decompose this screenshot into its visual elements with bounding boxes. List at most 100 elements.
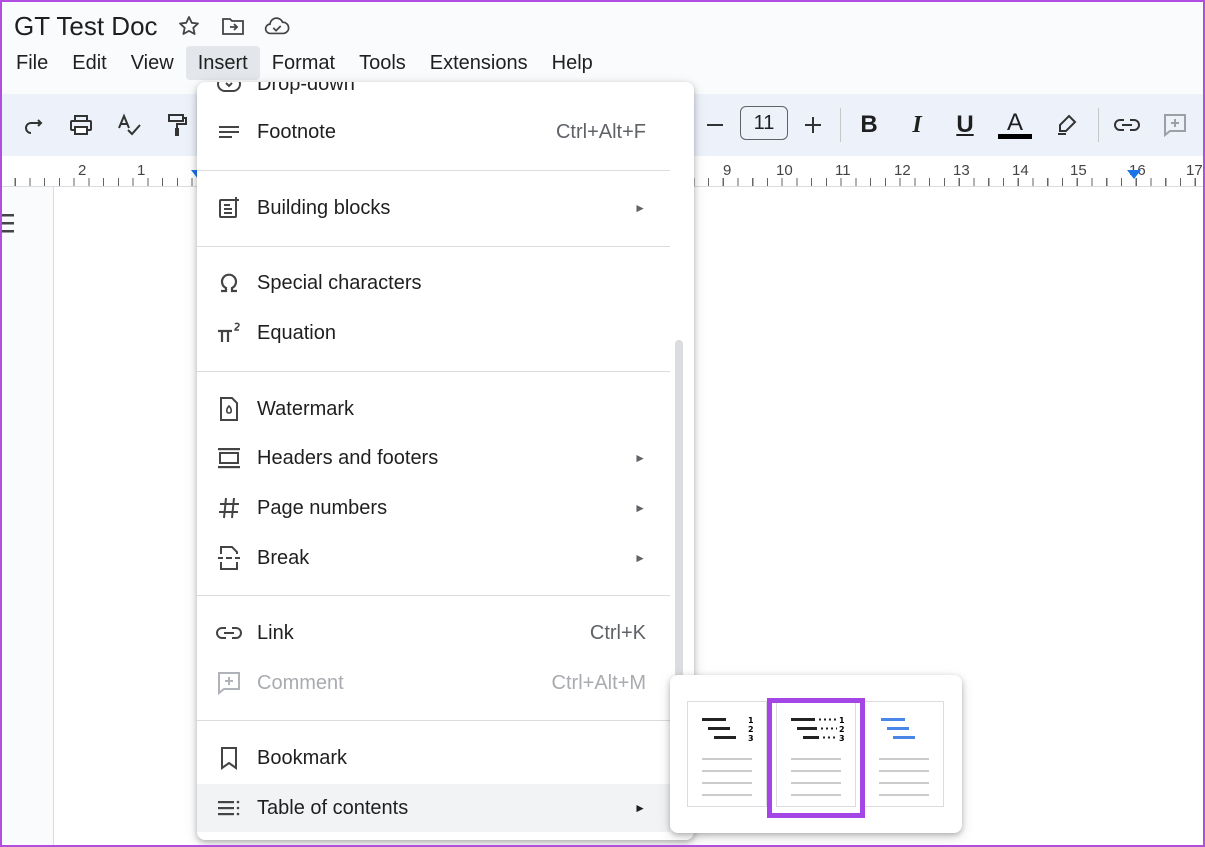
toc-option-blue-links[interactable] [864,701,944,807]
menu-extensions[interactable]: Extensions [418,46,540,80]
menu-scrollbar[interactable] [675,340,683,720]
link-icon [215,619,243,647]
menu-item-footnote[interactable]: Footnote Ctrl+Alt+F [197,108,670,156]
menubar: File Edit View Insert Format Tools Exten… [4,46,605,80]
menu-item-building-blocks[interactable]: Building blocks ► [197,184,670,232]
text-color-icon: A [1006,108,1023,136]
menu-item-page-numbers[interactable]: Page numbers ► [197,484,670,532]
toc-blue-links-preview [879,718,929,796]
omega-icon [215,269,243,297]
ruler-number: 9 [723,162,732,179]
ruler-number: 15 [1070,162,1087,179]
move-folder-icon[interactable] [220,13,246,39]
add-comment-icon[interactable] [1158,108,1192,142]
menu-view[interactable]: View [119,46,186,80]
submenu-arrow-icon: ► [634,451,646,465]
bookmark-icon [215,744,243,772]
menu-divider [197,720,670,721]
menu-divider [197,595,670,596]
selection-highlight-box [767,698,865,818]
menu-item-label: Bookmark [257,746,348,769]
menu-divider [197,371,670,372]
ruler-number: 2 [78,162,87,179]
ruler-number: 11 [835,162,851,179]
menu-item-label: Link [257,621,294,644]
menu-help[interactable]: Help [540,46,605,80]
ruler-number: 13 [953,162,970,179]
menu-item-label: Table of contents [257,796,409,819]
menu-item-bookmark[interactable]: Bookmark [197,734,670,782]
star-icon[interactable] [176,13,202,39]
toc-page-number: 1 [748,716,754,725]
menu-tools[interactable]: Tools [347,46,418,80]
headers-footers-icon [215,444,243,472]
menu-item-comment[interactable]: Comment Ctrl+Alt+M [197,659,670,707]
menu-item-label: Comment [257,671,344,694]
ruler-number: 17 [1186,162,1203,179]
font-size-input[interactable]: 11 [740,106,788,140]
submenu-arrow-icon: ► [634,551,646,565]
spellcheck-icon[interactable] [112,108,146,142]
add-comment-icon [215,669,243,697]
paint-format-icon[interactable] [160,108,194,142]
menu-item-label: Drop-down [257,82,355,95]
menu-item-watermark[interactable]: Watermark [197,385,670,433]
menu-divider [197,170,670,171]
highlight-color-icon[interactable] [1050,108,1084,142]
increase-font-size-icon[interactable] [796,108,830,142]
document-outline-icon[interactable] [0,212,16,236]
menu-item-special-characters[interactable]: Special characters [197,259,670,307]
menu-edit[interactable]: Edit [60,46,118,80]
toc-page-number: 3 [748,734,754,743]
shortcut-text: Ctrl+Alt+M [551,671,646,694]
footnote-icon [215,118,243,146]
submenu-arrow-icon: ► [634,801,646,815]
document-title[interactable]: GT Test Doc [14,11,158,42]
submenu-arrow-icon: ► [634,501,646,515]
menu-format[interactable]: Format [260,46,347,80]
menu-item-label: Special characters [257,271,422,294]
underline-button[interactable]: U [948,108,982,142]
menu-item-equation[interactable]: Equation [197,309,670,357]
menu-item-label: Footnote [257,120,336,143]
submenu-arrow-icon: ► [634,201,646,215]
underline-icon: U [956,111,974,138]
menu-item-drop-down[interactable]: Drop-down [197,82,670,108]
shortcut-text: Ctrl+K [589,621,646,644]
menu-item-headers-and-footers[interactable]: Headers and footers ► [197,434,670,482]
text-color-button[interactable]: A [998,108,1032,142]
building-blocks-icon [215,194,243,222]
cloud-saved-icon[interactable] [264,13,290,39]
bold-button[interactable]: B [852,108,886,142]
menu-item-break[interactable]: Break ► [197,534,670,582]
toc-option-with-page-numbers[interactable]: 1 2 3 [687,701,767,807]
menu-divider [197,246,670,247]
menu-item-link[interactable]: Link Ctrl+K [197,609,670,657]
menu-file[interactable]: File [4,46,60,80]
print-icon[interactable] [64,108,98,142]
dropdown-chip-icon [215,82,243,98]
insert-link-icon[interactable] [1110,108,1144,142]
title-row: GT Test Doc [14,8,290,44]
text-color-swatch [998,133,1032,139]
toc-plain-numbers-preview: 1 2 3 [702,716,754,796]
insert-menu-dropdown: Drop-down Footnote Ctrl+Alt+F Building b… [197,82,694,840]
redo-icon[interactable] [16,108,50,142]
right-indent-marker[interactable] [1127,170,1141,179]
bold-icon: B [860,111,878,138]
italic-button[interactable]: I [900,108,934,142]
ruler-number: 14 [1012,162,1029,179]
toc-icon [215,794,243,822]
menu-insert[interactable]: Insert [185,46,260,80]
menu-item-table-of-contents[interactable]: Table of contents ► [197,784,670,832]
toolbar-divider [1098,108,1099,142]
menu-item-label: Equation [257,321,336,344]
toolbar-divider [840,108,841,142]
ruler-number: 12 [894,162,911,179]
menu-item-label: Break [257,546,310,569]
break-icon [215,544,243,572]
toc-page-number: 2 [748,725,754,734]
decrease-font-size-icon[interactable] [698,108,732,142]
menu-item-label: Watermark [257,397,355,420]
pi-squared-icon [215,319,243,347]
